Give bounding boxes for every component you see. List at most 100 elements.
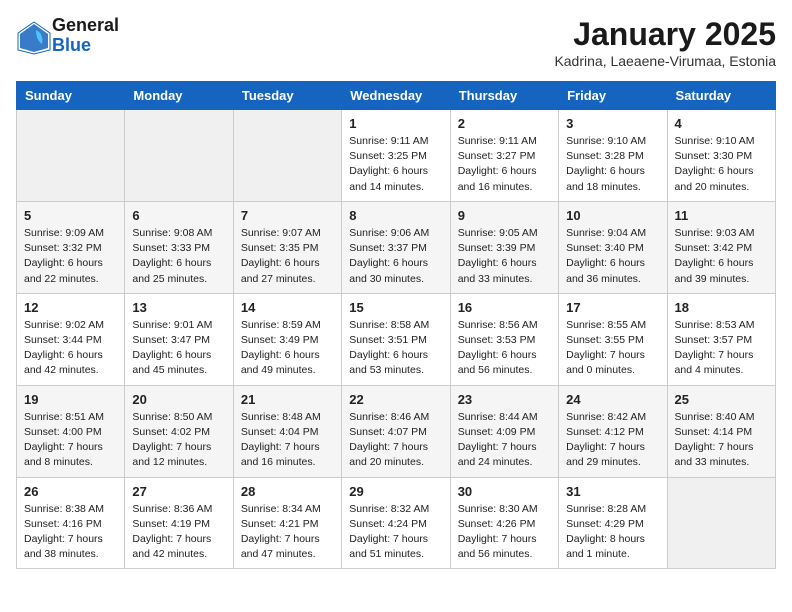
cell-content: Sunrise: 8:51 AM Sunset: 4:00 PM Dayligh…: [24, 410, 117, 471]
calendar-cell: 30 Sunrise: 8:30 AM Sunset: 4:26 PM Dayli…: [450, 477, 558, 569]
cell-content: Sunrise: 8:40 AM Sunset: 4:14 PM Dayligh…: [675, 410, 768, 471]
calendar-cell: 3 Sunrise: 9:10 AM Sunset: 3:28 PM Daylig…: [559, 110, 667, 202]
cell-content: Sunrise: 9:11 AM Sunset: 3:25 PM Dayligh…: [349, 134, 442, 195]
day-number: 3: [566, 116, 659, 131]
column-header-friday: Friday: [559, 82, 667, 110]
calendar-cell: 1 Sunrise: 9:11 AM Sunset: 3:25 PM Daylig…: [342, 110, 450, 202]
day-number: 19: [24, 392, 117, 407]
cell-content: Sunrise: 9:10 AM Sunset: 3:30 PM Dayligh…: [675, 134, 768, 195]
cell-content: Sunrise: 8:28 AM Sunset: 4:29 PM Dayligh…: [566, 502, 659, 563]
cell-content: Sunrise: 8:55 AM Sunset: 3:55 PM Dayligh…: [566, 318, 659, 379]
calendar-cell: 25 Sunrise: 8:40 AM Sunset: 4:14 PM Dayli…: [667, 385, 775, 477]
day-number: 13: [132, 300, 225, 315]
cell-content: Sunrise: 8:59 AM Sunset: 3:49 PM Dayligh…: [241, 318, 334, 379]
cell-content: Sunrise: 9:07 AM Sunset: 3:35 PM Dayligh…: [241, 226, 334, 287]
calendar-week-4: 19 Sunrise: 8:51 AM Sunset: 4:00 PM Dayli…: [17, 385, 776, 477]
cell-content: Sunrise: 9:01 AM Sunset: 3:47 PM Dayligh…: [132, 318, 225, 379]
calendar-cell: [667, 477, 775, 569]
calendar-cell: 17 Sunrise: 8:55 AM Sunset: 3:55 PM Dayli…: [559, 293, 667, 385]
day-number: 18: [675, 300, 768, 315]
day-number: 12: [24, 300, 117, 315]
cell-content: Sunrise: 9:10 AM Sunset: 3:28 PM Dayligh…: [566, 134, 659, 195]
day-number: 11: [675, 208, 768, 223]
day-number: 8: [349, 208, 442, 223]
day-number: 9: [458, 208, 551, 223]
calendar-cell: 9 Sunrise: 9:05 AM Sunset: 3:39 PM Daylig…: [450, 201, 558, 293]
cell-content: Sunrise: 8:36 AM Sunset: 4:19 PM Dayligh…: [132, 502, 225, 563]
day-number: 29: [349, 484, 442, 499]
calendar-cell: [125, 110, 233, 202]
calendar-cell: 28Sunrise: 8:34 AM Sunset: 4:21 PM Dayli…: [233, 477, 341, 569]
logo: General Blue: [16, 16, 119, 56]
day-number: 24: [566, 392, 659, 407]
column-header-sunday: Sunday: [17, 82, 125, 110]
calendar-cell: 6 Sunrise: 9:08 AM Sunset: 3:33 PM Daylig…: [125, 201, 233, 293]
day-number: 1: [349, 116, 442, 131]
cell-content: Sunrise: 8:56 AM Sunset: 3:53 PM Dayligh…: [458, 318, 551, 379]
calendar-cell: [233, 110, 341, 202]
cell-content: Sunrise: 8:44 AM Sunset: 4:09 PM Dayligh…: [458, 410, 551, 471]
column-header-saturday: Saturday: [667, 82, 775, 110]
calendar-cell: 2 Sunrise: 9:11 AM Sunset: 3:27 PM Daylig…: [450, 110, 558, 202]
cell-content: Sunrise: 8:46 AM Sunset: 4:07 PM Dayligh…: [349, 410, 442, 471]
calendar-cell: 31 Sunrise: 8:28 AM Sunset: 4:29 PM Dayli…: [559, 477, 667, 569]
day-number: 7: [241, 208, 334, 223]
cell-content: Sunrise: 9:03 AM Sunset: 3:42 PM Dayligh…: [675, 226, 768, 287]
cell-content: Sunrise: 8:32 AM Sunset: 4:24 PM Dayligh…: [349, 502, 442, 563]
day-number: 20: [132, 392, 225, 407]
day-number: 17: [566, 300, 659, 315]
day-number: 2: [458, 116, 551, 131]
logo-icon: [16, 20, 48, 52]
column-header-monday: Monday: [125, 82, 233, 110]
calendar-week-2: 5 Sunrise: 9:09 AM Sunset: 3:32 PM Daylig…: [17, 201, 776, 293]
day-number: 6: [132, 208, 225, 223]
cell-content: Sunrise: 8:34 AM Sunset: 4:21 PM Dayligh…: [241, 502, 334, 563]
calendar-cell: 5 Sunrise: 9:09 AM Sunset: 3:32 PM Daylig…: [17, 201, 125, 293]
calendar-cell: 26Sunrise: 8:38 AM Sunset: 4:16 PM Dayli…: [17, 477, 125, 569]
calendar-cell: 14 Sunrise: 8:59 AM Sunset: 3:49 PM Dayli…: [233, 293, 341, 385]
calendar-cell: 7 Sunrise: 9:07 AM Sunset: 3:35 PM Daylig…: [233, 201, 341, 293]
cell-content: Sunrise: 8:30 AM Sunset: 4:26 PM Dayligh…: [458, 502, 551, 563]
cell-content: Sunrise: 8:48 AM Sunset: 4:04 PM Dayligh…: [241, 410, 334, 471]
cell-content: Sunrise: 9:04 AM Sunset: 3:40 PM Dayligh…: [566, 226, 659, 287]
calendar-cell: 23Sunrise: 8:44 AM Sunset: 4:09 PM Dayli…: [450, 385, 558, 477]
day-number: 4: [675, 116, 768, 131]
cell-content: Sunrise: 9:08 AM Sunset: 3:33 PM Dayligh…: [132, 226, 225, 287]
title-section: January 2025 Kadrina, Laeaene-Virumaa, E…: [554, 16, 776, 69]
day-number: 25: [675, 392, 768, 407]
calendar-cell: 15 Sunrise: 8:58 AM Sunset: 3:51 PM Dayli…: [342, 293, 450, 385]
calendar-header: SundayMondayTuesdayWednesdayThursdayFrid…: [17, 82, 776, 110]
calendar-cell: 16 Sunrise: 8:56 AM Sunset: 3:53 PM Dayli…: [450, 293, 558, 385]
day-number: 30: [458, 484, 551, 499]
cell-content: Sunrise: 8:58 AM Sunset: 3:51 PM Dayligh…: [349, 318, 442, 379]
column-header-wednesday: Wednesday: [342, 82, 450, 110]
day-number: 21: [241, 392, 334, 407]
day-number: 15: [349, 300, 442, 315]
location: Kadrina, Laeaene-Virumaa, Estonia: [554, 53, 776, 69]
calendar-cell: 20 Sunrise: 8:50 AM Sunset: 4:02 PM Dayli…: [125, 385, 233, 477]
day-number: 31: [566, 484, 659, 499]
calendar-cell: 29 Sunrise: 8:32 AM Sunset: 4:24 PM Dayli…: [342, 477, 450, 569]
calendar-cell: 13 Sunrise: 9:01 AM Sunset: 3:47 PM Dayli…: [125, 293, 233, 385]
calendar-body: 1 Sunrise: 9:11 AM Sunset: 3:25 PM Daylig…: [17, 110, 776, 569]
calendar-cell: 27Sunrise: 8:36 AM Sunset: 4:19 PM Dayli…: [125, 477, 233, 569]
column-header-thursday: Thursday: [450, 82, 558, 110]
cell-content: Sunrise: 9:05 AM Sunset: 3:39 PM Dayligh…: [458, 226, 551, 287]
calendar-week-3: 12 Sunrise: 9:02 AM Sunset: 3:44 PM Dayli…: [17, 293, 776, 385]
cell-content: Sunrise: 9:09 AM Sunset: 3:32 PM Dayligh…: [24, 226, 117, 287]
calendar-week-5: 26Sunrise: 8:38 AM Sunset: 4:16 PM Dayli…: [17, 477, 776, 569]
day-number: 5: [24, 208, 117, 223]
cell-content: Sunrise: 9:06 AM Sunset: 3:37 PM Dayligh…: [349, 226, 442, 287]
day-number: 10: [566, 208, 659, 223]
cell-content: Sunrise: 9:02 AM Sunset: 3:44 PM Dayligh…: [24, 318, 117, 379]
calendar-cell: 21 Sunrise: 8:48 AM Sunset: 4:04 PM Dayli…: [233, 385, 341, 477]
day-number: 16: [458, 300, 551, 315]
calendar-cell: 10 Sunrise: 9:04 AM Sunset: 3:40 PM Dayli…: [559, 201, 667, 293]
cell-content: Sunrise: 9:11 AM Sunset: 3:27 PM Dayligh…: [458, 134, 551, 195]
calendar-week-1: 1 Sunrise: 9:11 AM Sunset: 3:25 PM Daylig…: [17, 110, 776, 202]
calendar-cell: 8 Sunrise: 9:06 AM Sunset: 3:37 PM Daylig…: [342, 201, 450, 293]
calendar-cell: 4 Sunrise: 9:10 AM Sunset: 3:30 PM Daylig…: [667, 110, 775, 202]
day-number: 14: [241, 300, 334, 315]
day-number: 26: [24, 484, 117, 499]
cell-content: Sunrise: 8:50 AM Sunset: 4:02 PM Dayligh…: [132, 410, 225, 471]
